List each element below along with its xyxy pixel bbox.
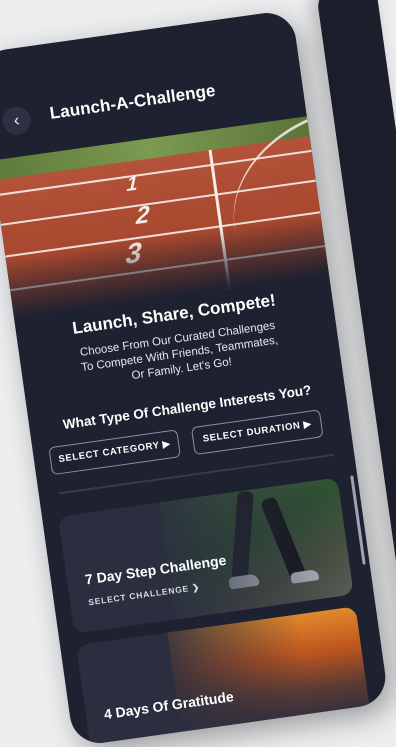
select-duration-button[interactable]: SELECT DURATION ▶ (190, 409, 324, 456)
select-category-button[interactable]: SELECT CATEGORY ▶ (48, 429, 181, 476)
scrollbar[interactable] (350, 475, 366, 565)
hero-image-track: 1 2 3 (0, 116, 330, 319)
page-title: Launch-A-Challenge (48, 80, 217, 123)
phone-screen: ‹ Launch-A-Challenge 1 2 3 Launch, Share… (0, 9, 390, 747)
chevron-left-icon: ‹ (12, 110, 21, 130)
challenge-card[interactable]: 7 Day Step Challenge SELECT CHALLENGE ❯ (58, 477, 354, 634)
back-button[interactable]: ‹ (0, 104, 33, 137)
challenge-card[interactable]: 4 Days Of Gratitude (76, 606, 371, 747)
card-shade (76, 606, 371, 747)
